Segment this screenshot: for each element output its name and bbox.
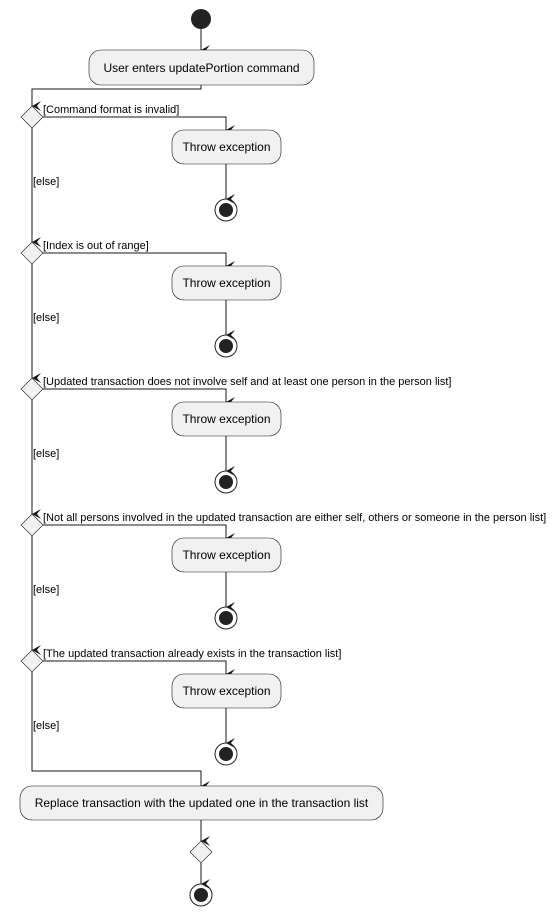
flow-arrow — [31, 85, 202, 111]
activity-label: Throw exception — [182, 412, 270, 426]
end-node — [194, 888, 208, 902]
decision-diamond — [20, 377, 44, 401]
end-node — [219, 747, 233, 761]
flow-arrow — [43, 252, 235, 271]
activity-label: Throw exception — [182, 548, 270, 562]
end-node — [219, 203, 233, 217]
else-label: [else] — [33, 584, 59, 596]
merge-diamond — [189, 840, 213, 864]
else-label: [else] — [33, 448, 59, 460]
activity-diagram: User enters updatePortion command [Comman… — [19, 9, 546, 907]
guard-condition-label: [Command format is invalid] — [43, 104, 179, 116]
end-node — [219, 611, 233, 625]
end-node — [219, 475, 233, 489]
activity-label: User enters updatePortion command — [103, 61, 299, 75]
decision-diamond — [20, 105, 44, 129]
guard-condition-label: [Updated transaction does not involve se… — [43, 376, 451, 388]
else-label: [else] — [33, 720, 59, 732]
activity-label: Throw exception — [182, 140, 270, 154]
activity-label: Replace transaction with the updated one… — [35, 796, 369, 810]
start-node — [191, 9, 211, 29]
else-label: [else] — [33, 176, 59, 188]
guard-condition-label: [Index is out of range] — [43, 240, 149, 252]
decision-diamond — [20, 649, 44, 673]
flow-arrow — [43, 524, 235, 543]
decision-diamond — [20, 513, 44, 537]
else-label: [else] — [33, 312, 59, 324]
end-node — [219, 339, 233, 353]
flow-arrow — [43, 388, 235, 407]
flow-arrow — [43, 660, 235, 679]
activity-label: Throw exception — [182, 684, 270, 698]
flow-arrow — [43, 116, 235, 135]
guard-condition-label: [Not all persons involved in the updated… — [43, 512, 546, 524]
activity-label: Throw exception — [182, 276, 270, 290]
decision-diamond — [20, 241, 44, 265]
guard-condition-label: [The updated transaction already exists … — [43, 648, 341, 660]
